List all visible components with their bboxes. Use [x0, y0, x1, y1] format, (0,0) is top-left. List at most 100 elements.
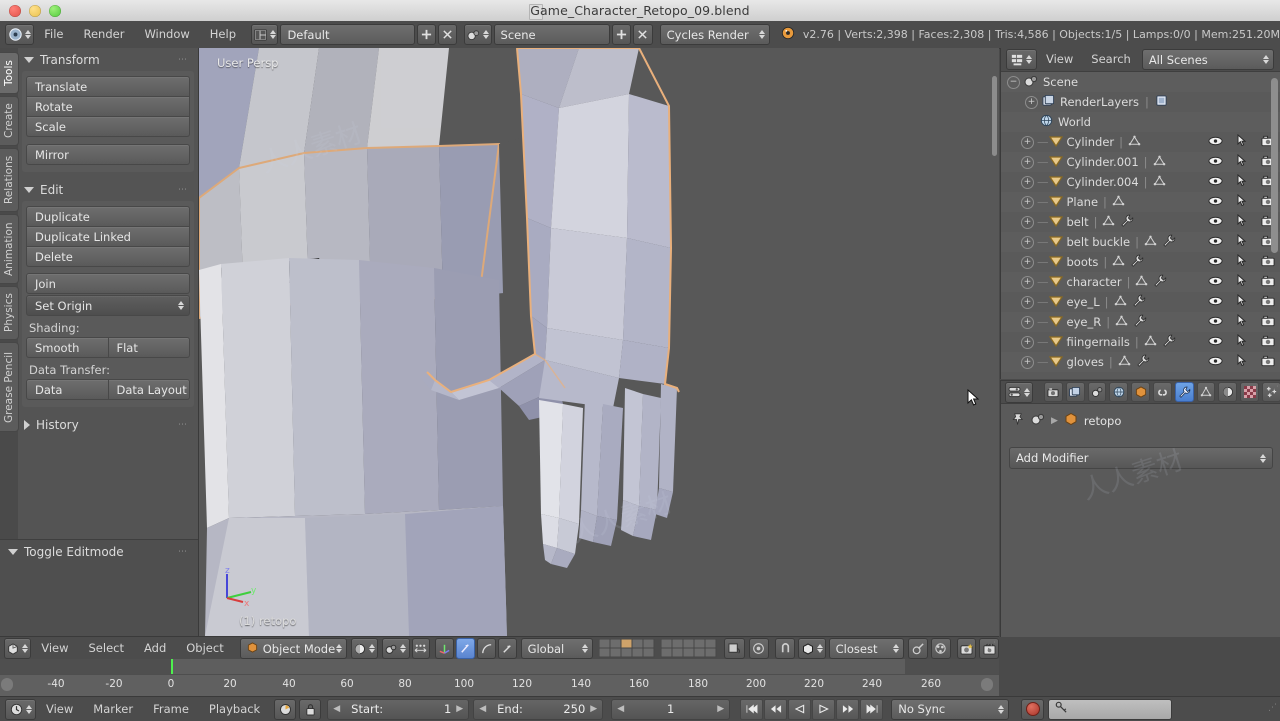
checker-texture-icon[interactable] [1240, 382, 1260, 402]
increment-arrow-icon[interactable]: ▶ [717, 704, 724, 714]
snap-peel-object-icon[interactable] [908, 638, 929, 659]
cursor-selectable-icon[interactable] [1237, 293, 1247, 310]
mesh-data-icon[interactable] [1196, 382, 1216, 402]
camera-renderable-icon[interactable] [1261, 255, 1275, 270]
outliner-row-object[interactable]: + — fiingernails | [1001, 332, 1280, 352]
tab-physics[interactable]: Physics [0, 286, 19, 340]
outliner-row-object[interactable]: + — eye_R | [1001, 312, 1280, 332]
start-frame-field[interactable]: ◀ Start: 1 ▶ [327, 698, 470, 720]
outliner-row-object[interactable]: + — Cylinder.004 | [1001, 172, 1280, 192]
outliner-row-object[interactable]: + — belt | [1001, 212, 1280, 232]
lock-icon[interactable] [299, 698, 322, 720]
expand-icon[interactable]: + [1021, 355, 1034, 369]
proportional-edit-icon[interactable] [748, 638, 769, 659]
add-scene-button[interactable] [612, 24, 632, 45]
outliner-row-toggles[interactable] [1208, 273, 1275, 290]
timeline-range-strip[interactable] [0, 659, 999, 674]
playback-transport-controls[interactable] [740, 698, 884, 720]
eye-visibility-icon[interactable] [1208, 315, 1223, 329]
blender-logo-icon[interactable] [5, 24, 35, 45]
3d-view-icon[interactable] [4, 638, 32, 659]
outliner-row-object[interactable]: + — boots | [1001, 252, 1280, 272]
next-keyframe-icon[interactable] [836, 698, 860, 720]
camera-back-icon[interactable] [1043, 382, 1063, 402]
panel-header-edit[interactable]: Edit ⋯ [18, 178, 198, 201]
timeline-menu-marker[interactable]: Marker [83, 697, 143, 721]
collapse-icon[interactable]: − [1007, 75, 1020, 89]
timeline-menu-playback[interactable]: Playback [199, 697, 270, 721]
viewport-menu-object[interactable]: Object [176, 635, 233, 662]
outliner-row-object[interactable]: + — belt buckle | [1001, 232, 1280, 252]
chain-link-icon[interactable] [1153, 382, 1172, 402]
expand-icon[interactable]: + [1021, 275, 1034, 289]
end-frame-field[interactable]: ◀ End: 250 ▶ [473, 698, 604, 720]
render-layers-icon[interactable] [1065, 382, 1085, 402]
outliner-row-object[interactable]: + — Cylinder | [1001, 132, 1280, 152]
outliner-row-renderlayers[interactable]: + RenderLayers | [1001, 92, 1280, 112]
eye-visibility-icon[interactable] [1208, 235, 1223, 249]
eye-visibility-icon[interactable] [1208, 255, 1223, 269]
transform-orientation-selector[interactable]: Global [520, 638, 594, 659]
camera-renderable-icon[interactable] [1261, 315, 1275, 330]
tab-relations[interactable]: Relations [0, 148, 19, 212]
jump-end-icon[interactable] [860, 698, 884, 720]
eye-visibility-icon[interactable] [1208, 175, 1223, 189]
expand-icon[interactable]: + [1021, 135, 1034, 149]
snap-magnet-icon[interactable] [774, 638, 796, 659]
add-modifier-button[interactable]: Add Modifier [1009, 447, 1273, 469]
viewport-menu-select[interactable]: Select [79, 635, 134, 662]
viewport-vertical-scrollbar[interactable] [992, 76, 997, 156]
eye-visibility-icon[interactable] [1208, 275, 1223, 289]
increment-arrow-icon[interactable]: ▶ [590, 704, 597, 714]
decrement-arrow-icon[interactable]: ◀ [333, 704, 340, 714]
scene-layers-grid[interactable] [599, 639, 718, 658]
expand-icon[interactable]: + [1021, 255, 1034, 269]
wrench-icon[interactable] [1174, 382, 1194, 402]
cursor-selectable-icon[interactable] [1237, 173, 1247, 190]
current-frame-field[interactable]: ◀ 1 ▶ [611, 698, 731, 720]
snap-vertex-icon[interactable] [798, 638, 826, 659]
outliner-row-toggles[interactable] [1208, 313, 1275, 330]
solid-shading-icon[interactable] [351, 638, 379, 659]
timeline-menu-view[interactable]: View [36, 697, 83, 721]
properties-editor-icon[interactable] [1005, 381, 1033, 403]
outliner-row-toggles[interactable] [1208, 213, 1275, 230]
expand-icon[interactable]: + [1021, 315, 1034, 329]
pivot-center-points-icon[interactable] [411, 638, 431, 659]
screen-layout-field[interactable]: Default [280, 24, 416, 45]
menu-help[interactable]: Help [200, 21, 246, 48]
eye-visibility-icon[interactable] [1208, 195, 1223, 209]
menu-window[interactable]: Window [134, 21, 199, 48]
panel-header-toggle-editmode[interactable]: Toggle Editmode ⋯ [0, 540, 198, 563]
tab-grease-pencil[interactable]: Grease Pencil [0, 342, 19, 432]
outliner-row-scene[interactable]: − Scene [1001, 72, 1280, 92]
expand-icon[interactable]: + [1021, 335, 1034, 349]
outliner-scope-selector[interactable]: All Scenes [1141, 49, 1274, 70]
interaction-mode-selector[interactable]: Object Mode [239, 638, 348, 659]
auto-keyframe-icon[interactable] [274, 698, 297, 720]
expand-icon[interactable]: + [1021, 175, 1034, 189]
eye-visibility-icon[interactable] [1208, 295, 1223, 309]
lock-scene-icon[interactable] [724, 638, 745, 659]
outliner-row-object[interactable]: + — Plane | [1001, 192, 1280, 212]
join-button[interactable]: Join [26, 273, 190, 294]
cursor-selectable-icon[interactable] [1237, 213, 1247, 230]
translate-button[interactable]: Translate [26, 76, 190, 97]
timeline-scrollbar-right-handle[interactable] [981, 678, 993, 691]
keying-set-field[interactable] [1048, 698, 1173, 720]
duplicate-linked-button[interactable]: Duplicate Linked [26, 227, 190, 247]
scale-button[interactable]: Scale [26, 117, 190, 137]
menu-file[interactable]: File [34, 21, 73, 48]
outliner-scrollbar[interactable] [1271, 78, 1278, 253]
data-transfer-data-layout-button[interactable]: Data Layout [108, 379, 190, 400]
jump-start-icon[interactable] [740, 698, 764, 720]
cursor-selectable-icon[interactable] [1237, 193, 1247, 210]
area-resize-grip[interactable]: ⋰ [1270, 385, 1279, 395]
screen-layout-icon[interactable] [251, 24, 279, 45]
eye-visibility-icon[interactable] [1208, 355, 1223, 369]
outliner-row-toggles[interactable] [1208, 333, 1275, 350]
outliner-row-object[interactable]: + — Cylinder.001 | [1001, 152, 1280, 172]
camera-renderable-icon[interactable] [1261, 295, 1275, 310]
panel-header-transform[interactable]: Transform ⋯ [18, 48, 198, 71]
outliner-row-toggles[interactable] [1208, 153, 1275, 170]
